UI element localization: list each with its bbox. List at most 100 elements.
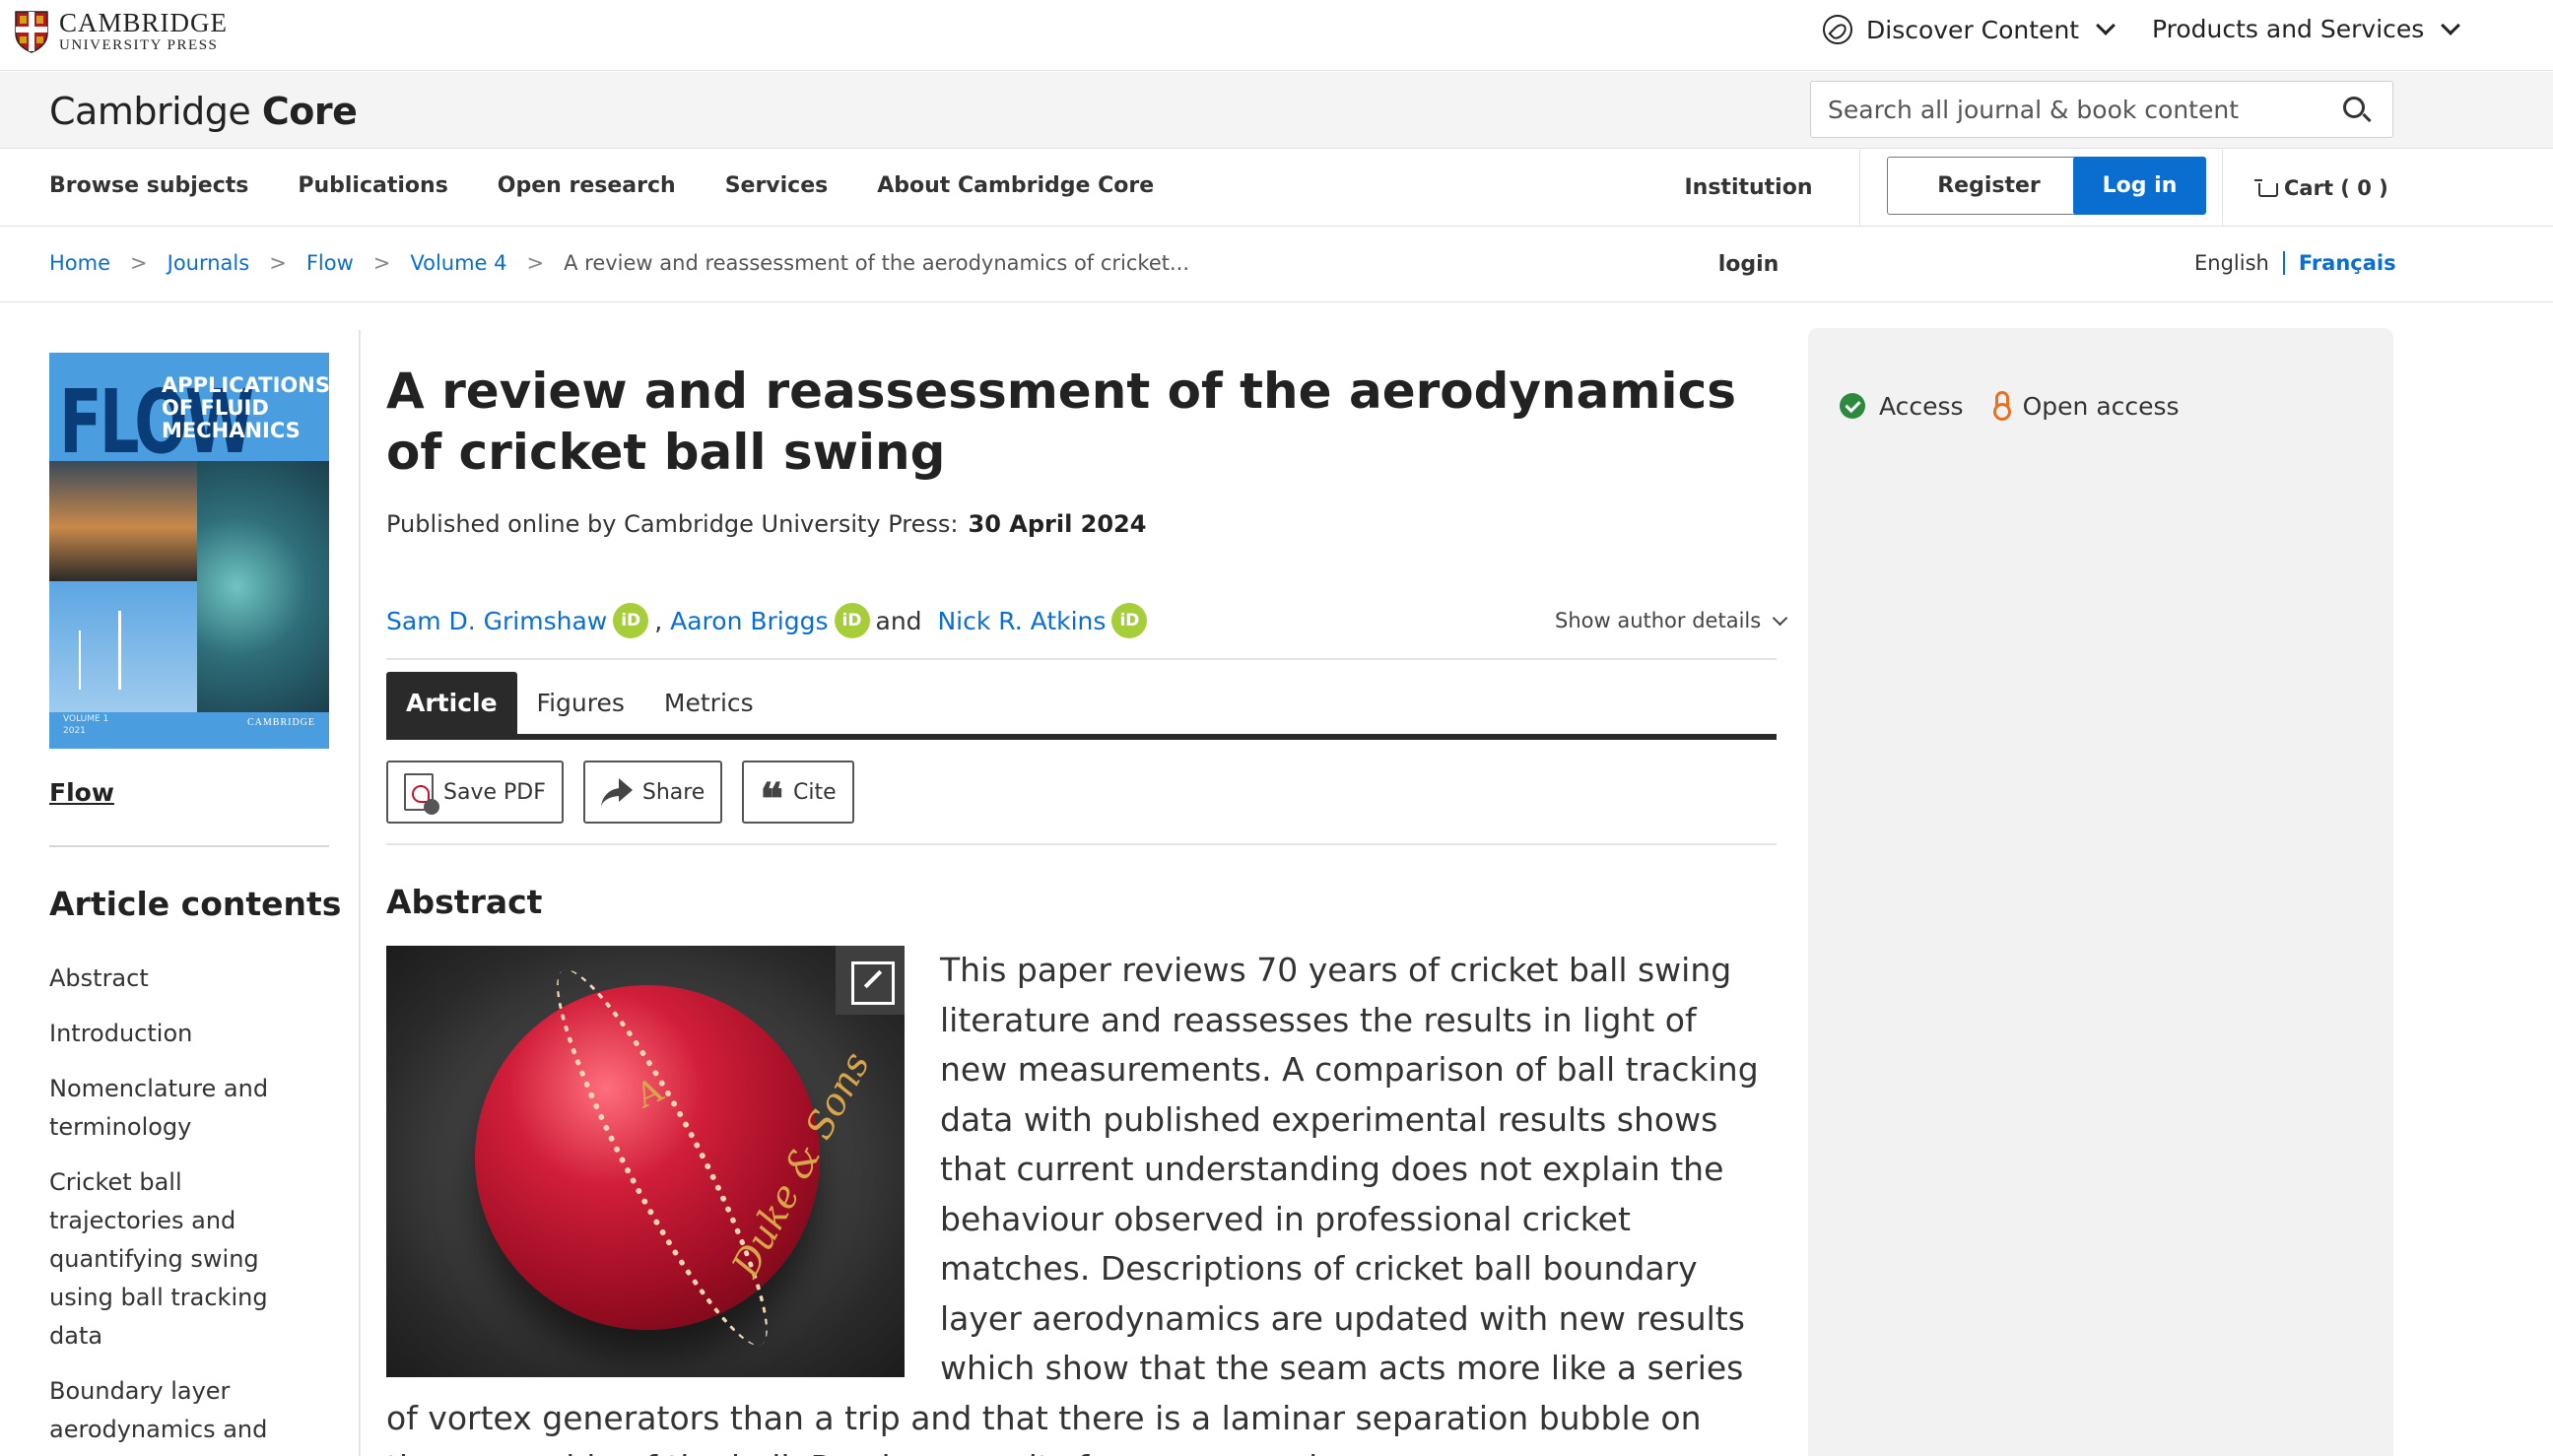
- breadcrumb-home[interactable]: Home: [49, 251, 110, 275]
- share-label: Share: [641, 779, 705, 805]
- tab-metrics[interactable]: Metrics: [644, 672, 773, 735]
- cover-subtitle-line: MECHANICS: [162, 419, 301, 442]
- nav-about-cambridge-core[interactable]: About Cambridge Core: [877, 173, 1154, 198]
- cover-subtitle: APPLICATIONS OF FLUID MECHANICS: [162, 374, 329, 442]
- article-title: A review and reassessment of the aerodyn…: [386, 363, 1736, 481]
- cricket-ball-shape: Duke & Sons A: [475, 952, 878, 1363]
- toc-item-introduction[interactable]: Introduction: [49, 1015, 315, 1053]
- sidebar-separator: [359, 330, 361, 1456]
- nav-services[interactable]: Services: [725, 173, 829, 198]
- chevron-down-icon: [2096, 16, 2116, 35]
- cite-button[interactable]: ❝ Cite: [742, 761, 854, 825]
- pdf-icon: [404, 773, 439, 815]
- save-pdf-label: Save PDF: [443, 779, 546, 805]
- access-panel: Access Open access: [1808, 328, 2393, 1456]
- breadcrumb-separator: >: [130, 251, 148, 275]
- share-button[interactable]: Share: [582, 761, 723, 824]
- graphical-abstract-image[interactable]: Duke & Sons A: [386, 946, 905, 1377]
- article-contents-title: Article contents: [49, 885, 342, 923]
- published-prefix: Published online by Cambridge University…: [386, 510, 959, 538]
- show-author-details-label: Show author details: [1555, 609, 1762, 632]
- products-services-label: Products and Services: [2152, 15, 2425, 43]
- discover-content-label: Discover Content: [1866, 15, 2080, 44]
- author-separator: ,: [654, 606, 663, 635]
- quote-icon: ❝: [760, 774, 784, 825]
- author-link[interactable]: Aaron Briggs: [670, 607, 828, 635]
- cover-photo-turbines: [49, 581, 197, 712]
- core-logo-bold: Core: [261, 90, 358, 133]
- breadcrumb-journals[interactable]: Journals: [168, 251, 250, 275]
- cambridge-university-press-logo[interactable]: CAMBRIDGE UNIVERSITY PRESS: [14, 10, 228, 53]
- cover-volume: VOLUME 1 2021: [63, 713, 108, 737]
- toc-item-nomenclature[interactable]: Nomenclature and terminology: [49, 1070, 315, 1147]
- products-services-menu[interactable]: Products and Services: [2152, 15, 2461, 43]
- journal-link-flow[interactable]: Flow: [49, 778, 114, 807]
- breadcrumb-separator: >: [269, 251, 287, 275]
- language-french[interactable]: Français: [2282, 251, 2396, 275]
- brand-line-2: UNIVERSITY PRESS: [59, 37, 219, 53]
- cambridge-shield-icon: [15, 11, 48, 53]
- top-bar: CAMBRIDGE UNIVERSITY PRESS Discover Cont…: [0, 0, 2553, 71]
- check-circle-icon: [1840, 393, 1865, 419]
- save-pdf-button[interactable]: Save PDF: [386, 761, 564, 824]
- toc-item-trajectories[interactable]: Cricket ball trajectories and quantifyin…: [49, 1163, 315, 1356]
- orcid-icon[interactable]: iD: [613, 603, 649, 638]
- author-link[interactable]: Nick R. Atkins: [937, 607, 1106, 635]
- journal-cover-image[interactable]: FLOW APPLICATIONS OF FLUID MECHANICS VOL…: [49, 353, 329, 749]
- article-contents-list: Abstract Introduction Nomenclature and t…: [49, 960, 315, 1456]
- orcid-icon[interactable]: iD: [1111, 603, 1148, 638]
- compass-icon: [1823, 15, 1852, 44]
- divider: [386, 658, 1777, 660]
- language-english[interactable]: English: [2194, 251, 2269, 275]
- breadcrumb-separator: >: [526, 251, 545, 275]
- breadcrumb-flow[interactable]: Flow: [306, 251, 354, 275]
- nav-open-research[interactable]: Open research: [498, 173, 676, 198]
- core-logo-light: Cambridge: [49, 90, 251, 133]
- cambridge-core-bar: Cambridge Core: [0, 72, 2553, 149]
- cover-subtitle-line: APPLICATIONS: [162, 373, 329, 397]
- tab-figures[interactable]: Figures: [517, 672, 644, 735]
- cart-icon: [2254, 179, 2278, 197]
- tab-article[interactable]: Article: [386, 672, 517, 735]
- show-author-details-toggle[interactable]: Show author details: [1555, 609, 1788, 632]
- discover-content-menu[interactable]: Discover Content: [1823, 15, 2116, 44]
- orcid-icon[interactable]: iD: [834, 603, 870, 638]
- cart-link[interactable]: Cart ( 0 ): [2222, 150, 2409, 227]
- expand-icon[interactable]: [836, 946, 905, 1015]
- article-tabs: Article Figures Metrics: [386, 672, 773, 735]
- ball-seam: [527, 952, 797, 1363]
- language-switcher: English Français: [2194, 251, 2396, 275]
- author-link[interactable]: Sam D. Grimshaw: [386, 607, 607, 635]
- cover-publisher: CAMBRIDGE: [246, 717, 315, 728]
- breadcrumb-current: A review and reassessment of the aerodyn…: [564, 251, 1190, 275]
- breadcrumb-volume[interactable]: Volume 4: [410, 251, 506, 275]
- access-row: Access Open access: [1840, 391, 2180, 421]
- open-access-icon: [1991, 391, 2011, 421]
- cover-volume-label: VOLUME 1: [63, 714, 109, 724]
- cambridge-core-logo[interactable]: Cambridge Core: [49, 90, 358, 133]
- divider: [386, 843, 1777, 845]
- ball-stamp-text: Duke & Sons: [723, 1044, 879, 1285]
- cover-year-label: 2021: [63, 726, 86, 736]
- login-button[interactable]: Log in: [2073, 157, 2206, 215]
- wind-turbine-shape: [79, 630, 81, 690]
- cart-label: Cart ( 0 ): [2284, 176, 2388, 200]
- cite-label: Cite: [793, 779, 837, 805]
- search-input[interactable]: [1812, 83, 2324, 136]
- nav-publications[interactable]: Publications: [298, 173, 447, 198]
- main-nav: Browse subjects Publications Open resear…: [0, 150, 2553, 277]
- register-button[interactable]: Register: [1887, 157, 2091, 215]
- author-list: Sam D. Grimshaw iD , Aaron Briggs iD and…: [386, 603, 1153, 638]
- search-box: [1810, 81, 2393, 138]
- toc-item-boundary-layer[interactable]: Boundary layer aerodynamics and: [49, 1372, 315, 1449]
- published-date: 30 April 2024: [968, 510, 1147, 538]
- toc-item-abstract[interactable]: Abstract: [49, 960, 315, 998]
- institution-login-link[interactable]: Institution login: [1638, 150, 1860, 277]
- abstract-heading: Abstract: [386, 883, 543, 921]
- search-icon[interactable]: [2343, 97, 2365, 118]
- cover-photo-sunset: [49, 461, 197, 581]
- author-and: and: [875, 606, 922, 635]
- breadcrumb-separator: >: [372, 251, 391, 275]
- tab-underline: [386, 734, 1777, 740]
- nav-browse-subjects[interactable]: Browse subjects: [49, 173, 248, 198]
